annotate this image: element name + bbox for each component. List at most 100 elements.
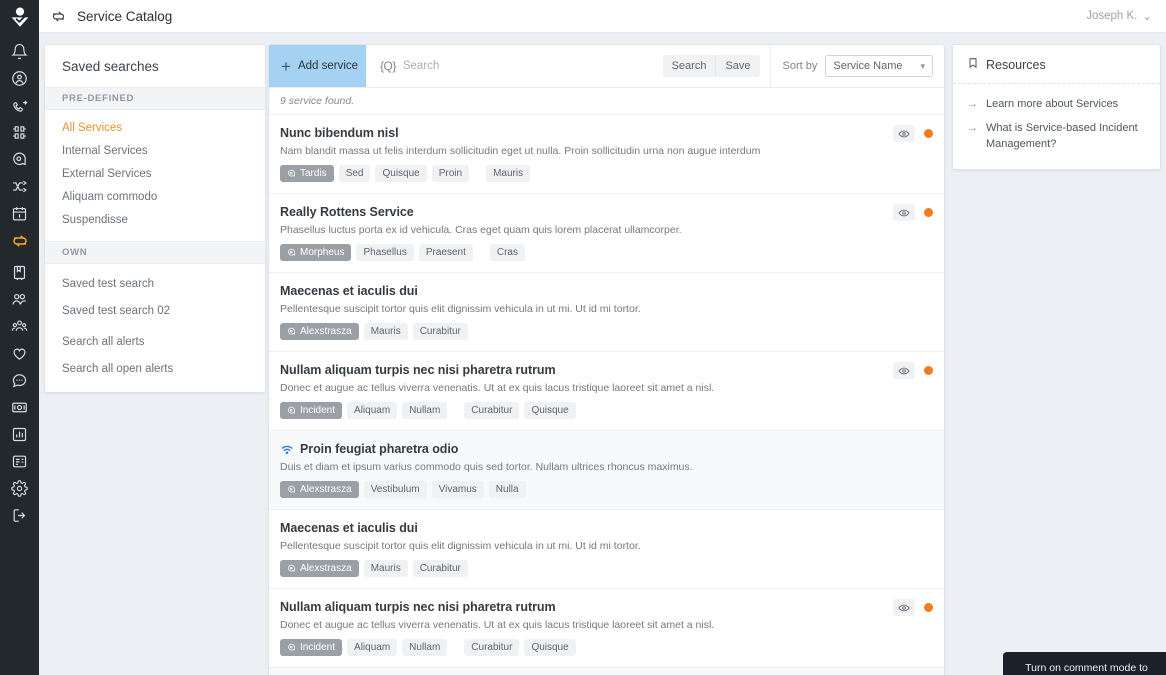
resource-link-service-based-incident-management[interactable]: → What is Service-based Incident Managem…: [967, 116, 1146, 156]
service-primary-tag[interactable]: Tardis: [280, 165, 334, 182]
resource-link-learn-more[interactable]: → Learn more about Services: [967, 92, 1146, 116]
saved-search-item-all-services[interactable]: All Services: [45, 117, 265, 140]
sort-by-label: Sort by: [782, 60, 818, 72]
service-tag[interactable]: Mauris: [363, 323, 408, 340]
saved-search-item-saved-test-search-02[interactable]: Saved test search 02: [45, 298, 265, 325]
users-icon[interactable]: [0, 286, 39, 313]
search-input[interactable]: [402, 60, 663, 72]
service-tag[interactable]: Quisque: [524, 639, 576, 656]
schedule-icon[interactable]: [0, 119, 39, 146]
service-description: Donec et augue ac tellus viverra venenat…: [280, 619, 715, 631]
calendar-icon[interactable]: [0, 200, 39, 227]
service-title-row: Maecenas et iaculis dui: [280, 521, 932, 535]
search-field-wrapper[interactable]: {Q}: [366, 45, 663, 87]
saved-search-item-search-all-open-alerts[interactable]: Search all open alerts: [45, 356, 265, 383]
service-row[interactable]: Proin feugiat pharetra odioDuis et diam …: [269, 431, 944, 510]
bell-icon[interactable]: [0, 38, 39, 65]
billing-icon[interactable]: [0, 394, 39, 421]
service-description: Pellentesque suscipit tortor quis elit d…: [280, 540, 641, 552]
service-primary-tag[interactable]: Alexstrasza: [280, 560, 359, 577]
user-menu[interactable]: Joseph K. ⌄: [1086, 9, 1152, 23]
chat-icon[interactable]: [0, 367, 39, 394]
search-button[interactable]: Search: [663, 55, 716, 77]
saved-search-item-external-services[interactable]: External Services: [45, 163, 265, 186]
list-icon[interactable]: [0, 448, 39, 475]
escalation-icon[interactable]: [0, 146, 39, 173]
bookmark-icon: [967, 57, 979, 72]
service-actions: [893, 204, 933, 221]
refresh-icon[interactable]: [51, 9, 66, 24]
saved-search-item-suspendisse[interactable]: Suspendisse: [45, 209, 265, 232]
arrow-right-icon: →: [967, 122, 978, 134]
logout-icon[interactable]: [0, 502, 39, 529]
service-row[interactable]: Proin feugiat pharetra odioDuis et diam …: [269, 668, 944, 675]
service-tag[interactable]: Praesent: [418, 244, 473, 261]
sort-by-value: Service Name: [833, 60, 903, 72]
routing-icon[interactable]: [0, 173, 39, 200]
service-tag[interactable]: Cras: [489, 244, 525, 261]
service-title-row: Maecenas et iaculis dui: [280, 284, 932, 298]
service-primary-tag-label: Alexstrasza: [300, 484, 352, 495]
service-primary-tag[interactable]: Incident: [280, 402, 343, 419]
service-title: Really Rottens Service: [280, 205, 414, 219]
service-tag[interactable]: Mauris: [486, 165, 531, 182]
service-list-panel: + Add service {Q} Search Save Sort by Se…: [268, 44, 945, 675]
service-row[interactable]: Nullam aliquam turpis nec nisi pharetra …: [269, 589, 944, 668]
service-primary-tag[interactable]: Morpheus: [280, 244, 352, 261]
service-tag[interactable]: Nullam: [402, 639, 448, 656]
service-primary-tag-label: Incident: [300, 642, 336, 653]
service-row[interactable]: Maecenas et iaculis dui Pellentesque susc…: [269, 273, 944, 352]
service-primary-tag[interactable]: Alexstrasza: [280, 323, 359, 340]
service-tag[interactable]: Aliquam: [347, 402, 398, 419]
service-tag[interactable]: Aliquam: [347, 639, 398, 656]
saved-searches-section-own: OWN: [45, 241, 265, 264]
phone-forward-icon[interactable]: [0, 92, 39, 119]
service-tag[interactable]: Nulla: [488, 481, 526, 498]
eye-icon[interactable]: [893, 599, 915, 616]
service-tag[interactable]: Curabitur: [464, 402, 520, 419]
service-primary-tag[interactable]: Alexstrasza: [280, 481, 359, 498]
top-bar: Service Catalog Joseph K. ⌄: [39, 0, 1166, 33]
escalation-tag-icon: [287, 248, 296, 257]
sort-by-select[interactable]: Service Name ▾: [825, 55, 933, 77]
service-tag[interactable]: Nullam: [402, 402, 448, 419]
service-tag[interactable]: Curabitur: [412, 323, 468, 340]
service-tag[interactable]: Proin: [431, 165, 470, 182]
service-tag[interactable]: Quisque: [524, 402, 576, 419]
saved-search-item-search-all-alerts[interactable]: Search all alerts: [45, 329, 265, 356]
saved-search-item-saved-test-search[interactable]: Saved test search: [45, 271, 265, 298]
service-row[interactable]: Nunc bibendum nisl Nam blandit massa ut f…: [269, 115, 944, 194]
saved-search-item-internal-services[interactable]: Internal Services: [45, 140, 265, 163]
save-button[interactable]: Save: [715, 55, 759, 77]
left-icon-rail: [0, 0, 39, 675]
add-service-button[interactable]: + Add service: [269, 45, 366, 87]
opsgenie-logo[interactable]: [0, 0, 39, 33]
service-row[interactable]: Maecenas et iaculis dui Pellentesque susc…: [269, 510, 944, 589]
gear-icon[interactable]: [0, 475, 39, 502]
reports-icon[interactable]: [0, 421, 39, 448]
service-tag[interactable]: Curabitur: [464, 639, 520, 656]
service-tag[interactable]: Phasellus: [356, 244, 414, 261]
service-description: Donec et augue ac tellus viverra venenat…: [280, 382, 715, 394]
eye-icon[interactable]: [893, 362, 915, 379]
service-tag[interactable]: Mauris: [363, 560, 408, 577]
service-tag[interactable]: Quisque: [375, 165, 427, 182]
eye-icon[interactable]: [893, 204, 915, 221]
book-icon[interactable]: [0, 259, 39, 286]
saved-search-item-aliquam-commodo[interactable]: Aliquam commodo: [45, 186, 265, 209]
service-tag[interactable]: Vestibulum: [363, 481, 427, 498]
service-row[interactable]: Really Rottens Service Phasellus luctus p…: [269, 194, 944, 273]
service-tag[interactable]: Curabitur: [412, 560, 468, 577]
eye-icon[interactable]: [893, 125, 915, 142]
service-catalog-icon[interactable]: [0, 227, 39, 254]
service-tag[interactable]: Vivamus: [431, 481, 484, 498]
teams-icon[interactable]: [0, 313, 39, 340]
heart-icon[interactable]: [0, 340, 39, 367]
user-circle-icon[interactable]: [0, 65, 39, 92]
service-primary-tag[interactable]: Incident: [280, 639, 343, 656]
service-tag[interactable]: Sed: [338, 165, 371, 182]
service-row[interactable]: Nullam aliquam turpis nec nisi pharetra …: [269, 352, 944, 431]
search-save-button-group: Search Save: [662, 55, 760, 77]
service-tags: Alexstrasza Mauris Curabitur: [280, 560, 932, 577]
resource-link-label: Learn more about Services: [986, 98, 1119, 110]
